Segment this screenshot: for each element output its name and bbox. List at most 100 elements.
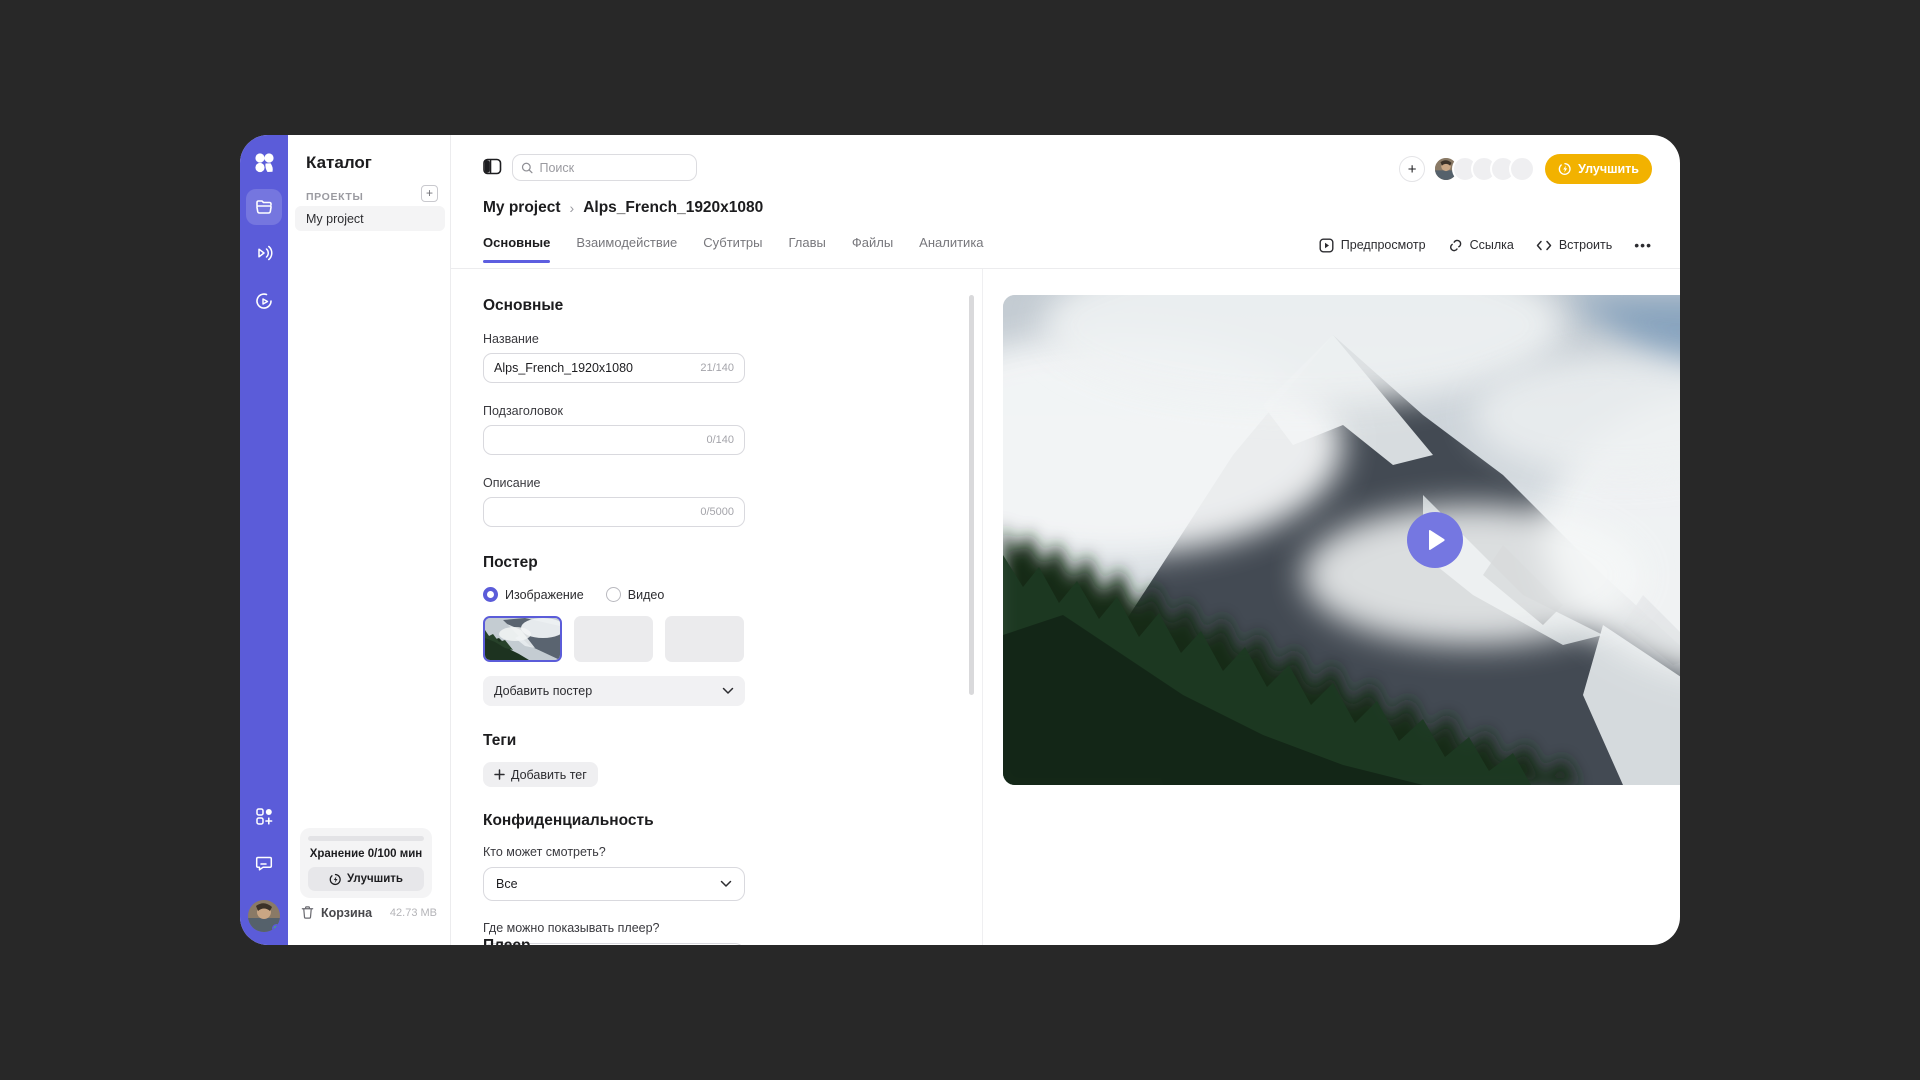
primary-sidebar [240, 135, 288, 945]
add-tag-button[interactable]: Добавить тег [483, 762, 598, 787]
radio-image-label: Изображение [505, 588, 584, 602]
play-icon [1427, 529, 1447, 551]
play-button[interactable] [1407, 512, 1463, 568]
screen-recorder-icon [253, 290, 275, 312]
trash-size: 42.73 MB [390, 907, 437, 919]
chevron-down-icon [720, 880, 732, 888]
subtitle-field-label: Подзаголовок [483, 404, 745, 418]
storage-progress-bar [308, 836, 424, 841]
column-divider [982, 269, 983, 945]
embed-label: Встроить [1559, 238, 1612, 252]
section-privacy-title: Конфиденциальность [483, 812, 745, 830]
folder-icon [254, 197, 274, 217]
who-can-watch-select[interactable]: Все [483, 867, 745, 901]
storage-card: Хранение 0/100 мин Улучшить [300, 828, 432, 898]
code-icon [1536, 239, 1552, 252]
breadcrumb-separator: › [570, 200, 575, 216]
catalog-title: Каталог [306, 153, 372, 173]
title-counter: 21/140 [700, 362, 734, 374]
upgrade-label: Улучшить [1578, 162, 1639, 176]
radio-poster-image[interactable]: Изображение [483, 587, 584, 602]
project-label: My project [306, 212, 364, 226]
chevron-down-icon [722, 687, 734, 695]
link-button[interactable]: Ссылка [1448, 238, 1514, 253]
upgrade-button[interactable]: Улучшить [1545, 154, 1652, 184]
add-tag-label: Добавить тег [511, 768, 587, 782]
projects-section-label: ПРОЕКТЫ [306, 191, 363, 203]
team-avatars [1433, 156, 1535, 182]
title-input[interactable] [494, 361, 694, 375]
support-chat-icon [254, 853, 274, 873]
sidebar-item-apps[interactable] [254, 806, 274, 826]
subtitle-input[interactable] [494, 433, 700, 447]
radio-poster-video[interactable]: Видео [606, 587, 665, 602]
online-status-dot [272, 924, 280, 932]
poster-thumbnail-empty[interactable] [574, 616, 653, 662]
tab-files[interactable]: Файлы [852, 235, 893, 263]
sidebar-item-live[interactable] [253, 242, 275, 264]
tab-interaction[interactable]: Взаимодействие [576, 235, 677, 263]
preview-label: Предпросмотр [1341, 238, 1426, 252]
live-stream-icon [253, 242, 275, 264]
who-can-watch-label: Кто может смотреть? [483, 845, 745, 859]
tab-analytics[interactable]: Аналитика [919, 235, 983, 263]
page-actions: Предпросмотр Ссылка Встроить ••• [1319, 237, 1652, 253]
breadcrumb: My project › Alps_French_1920x1080 [483, 199, 763, 217]
preview-button[interactable]: Предпросмотр [1319, 238, 1426, 253]
settings-form: Основные Название 21/140 Подзаголовок 0/… [483, 269, 745, 945]
user-menu[interactable] [248, 900, 280, 932]
invite-member-button[interactable]: + [1399, 156, 1425, 182]
breadcrumb-project[interactable]: My project [483, 199, 561, 217]
link-label: Ссылка [1470, 238, 1514, 252]
app-window: Каталог ПРОЕКТЫ + My project Хранение 0/… [240, 135, 1680, 945]
collapse-sidebar-button[interactable] [483, 158, 502, 175]
subtitle-counter: 0/140 [706, 434, 734, 446]
section-main-title: Основные [483, 297, 745, 315]
boost-icon [1558, 162, 1572, 176]
poster-thumbnail-selected[interactable] [483, 616, 562, 662]
add-poster-dropdown[interactable]: Добавить постер [483, 676, 745, 706]
embed-button[interactable]: Встроить [1536, 238, 1612, 252]
tab-chapters[interactable]: Главы [788, 235, 825, 263]
trash-icon [300, 905, 315, 920]
tab-subtitles[interactable]: Субтитры [703, 235, 762, 263]
avatar-empty [1509, 156, 1535, 182]
video-frame-mountains [1003, 295, 1680, 785]
apps-add-icon [254, 806, 274, 826]
main-area: + Улучшить My project › A [451, 135, 1680, 945]
more-actions-button[interactable]: ••• [1634, 237, 1652, 253]
tab-bar: Основные Взаимодействие Субтитры Главы Ф… [483, 235, 984, 263]
storage-upgrade-button[interactable]: Улучшить [308, 867, 424, 891]
form-scrollbar[interactable] [969, 295, 974, 695]
radio-unselected-icon [606, 587, 621, 602]
sidebar-item-recorder[interactable] [253, 290, 275, 312]
sidebar-item-support[interactable] [254, 853, 274, 873]
subtitle-field: 0/140 [483, 425, 745, 455]
add-poster-label: Добавить постер [494, 684, 592, 698]
user-avatar [248, 900, 280, 932]
add-project-button[interactable]: + [421, 185, 438, 202]
section-poster-title: Постер [483, 554, 745, 572]
play-square-icon [1319, 238, 1334, 253]
description-field: 0/5000 [483, 497, 745, 527]
sidebar-item-projects[interactable] [246, 189, 282, 225]
description-counter: 0/5000 [700, 506, 734, 518]
boost-icon [329, 873, 342, 886]
search-icon [521, 161, 533, 175]
search-bar[interactable] [512, 154, 697, 181]
description-input[interactable] [494, 505, 694, 519]
next-section-partial-title: Плеер [483, 937, 531, 945]
tab-main[interactable]: Основные [483, 235, 550, 263]
storage-upgrade-label: Улучшить [347, 873, 403, 885]
description-field-label: Описание [483, 476, 745, 490]
title-field: 21/140 [483, 353, 745, 383]
catalog-panel: Каталог ПРОЕКТЫ + My project [288, 135, 451, 945]
who-can-watch-value: Все [496, 877, 518, 891]
poster-thumbnail-empty[interactable] [665, 616, 744, 662]
top-right-cluster: + Улучшить [1399, 154, 1652, 184]
video-preview [1003, 295, 1680, 785]
section-tags-title: Теги [483, 732, 745, 750]
sidebar-item-my-project[interactable]: My project [295, 206, 445, 231]
trash-link[interactable]: Корзина 42.73 MB [300, 905, 437, 920]
search-input[interactable] [539, 161, 688, 175]
